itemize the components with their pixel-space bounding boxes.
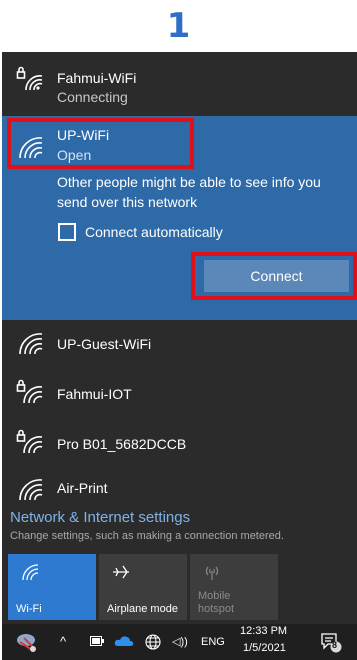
globe-network-icon[interactable]: [144, 633, 162, 651]
taskbar: ^ ◁)) ENG 12:33 PM 1/5/2021 8: [2, 624, 357, 660]
network-name: Fahmui-WiFi: [57, 70, 137, 86]
wifi-secured-icon: [16, 429, 43, 454]
network-item-air-print[interactable]: Air-Print: [2, 466, 357, 508]
network-settings-subtitle: Change settings, such as making a connec…: [10, 530, 284, 542]
highlight-box-network: [7, 118, 194, 169]
network-item-fahmui-wifi[interactable]: Fahmui-WiFi Connecting: [2, 52, 357, 116]
quick-action-airplane-mode[interactable]: Airplane mode: [99, 554, 187, 620]
notification-center-icon[interactable]: [320, 631, 342, 653]
network-item-pro-b01[interactable]: Pro B01_5682DCCB: [2, 417, 357, 469]
step-number: 1: [166, 6, 191, 46]
quick-action-label: Airplane mode: [107, 603, 178, 615]
highlight-box-connect: [191, 252, 357, 300]
network-settings-link[interactable]: Network & Internet settings: [10, 509, 190, 526]
network-name: UP-Guest-WiFi: [57, 336, 152, 352]
onedrive-cloud-icon[interactable]: [114, 635, 134, 647]
wifi-open-icon: [19, 333, 43, 355]
chevron-up-icon[interactable]: ^: [60, 634, 66, 649]
wifi-open-icon: [19, 479, 43, 501]
app-tray-icon[interactable]: [14, 630, 40, 654]
battery-icon[interactable]: [90, 636, 104, 646]
network-status: Connecting: [57, 89, 128, 105]
language-indicator[interactable]: ENG: [201, 636, 225, 648]
wifi-icon: [22, 564, 39, 581]
network-flyout: Fahmui-WiFi Connecting UP-WiFi Open Othe…: [2, 52, 357, 660]
quick-action-wifi[interactable]: Wi-Fi: [8, 554, 96, 620]
network-name: Fahmui-IOT: [57, 386, 132, 402]
airplane-icon: [113, 565, 129, 579]
clock-time[interactable]: 12:33 PM: [240, 625, 287, 637]
quick-action-label: Wi-Fi: [16, 603, 42, 615]
network-item-fahmui-iot[interactable]: Fahmui-IOT: [2, 369, 357, 419]
quick-action-mobile-hotspot[interactable]: Mobile hotspot: [190, 554, 278, 620]
security-warning: Other people might be able to see info y…: [57, 174, 321, 210]
quick-action-label: Mobile hotspot: [198, 590, 235, 615]
wifi-secured-icon: [16, 66, 43, 91]
clock-date[interactable]: 1/5/2021: [243, 642, 286, 654]
wifi-secured-icon: [16, 379, 43, 404]
connect-automatically-checkbox[interactable]: [58, 223, 76, 241]
network-item-up-guest-wifi[interactable]: UP-Guest-WiFi: [2, 320, 357, 366]
network-name: Pro B01_5682DCCB: [57, 436, 187, 452]
network-name: Air-Print: [57, 480, 108, 496]
connect-automatically-label: Connect automatically: [85, 224, 223, 240]
notification-badge: 8: [332, 640, 338, 650]
volume-icon[interactable]: ◁)): [172, 635, 188, 648]
hotspot-icon: [205, 566, 219, 580]
